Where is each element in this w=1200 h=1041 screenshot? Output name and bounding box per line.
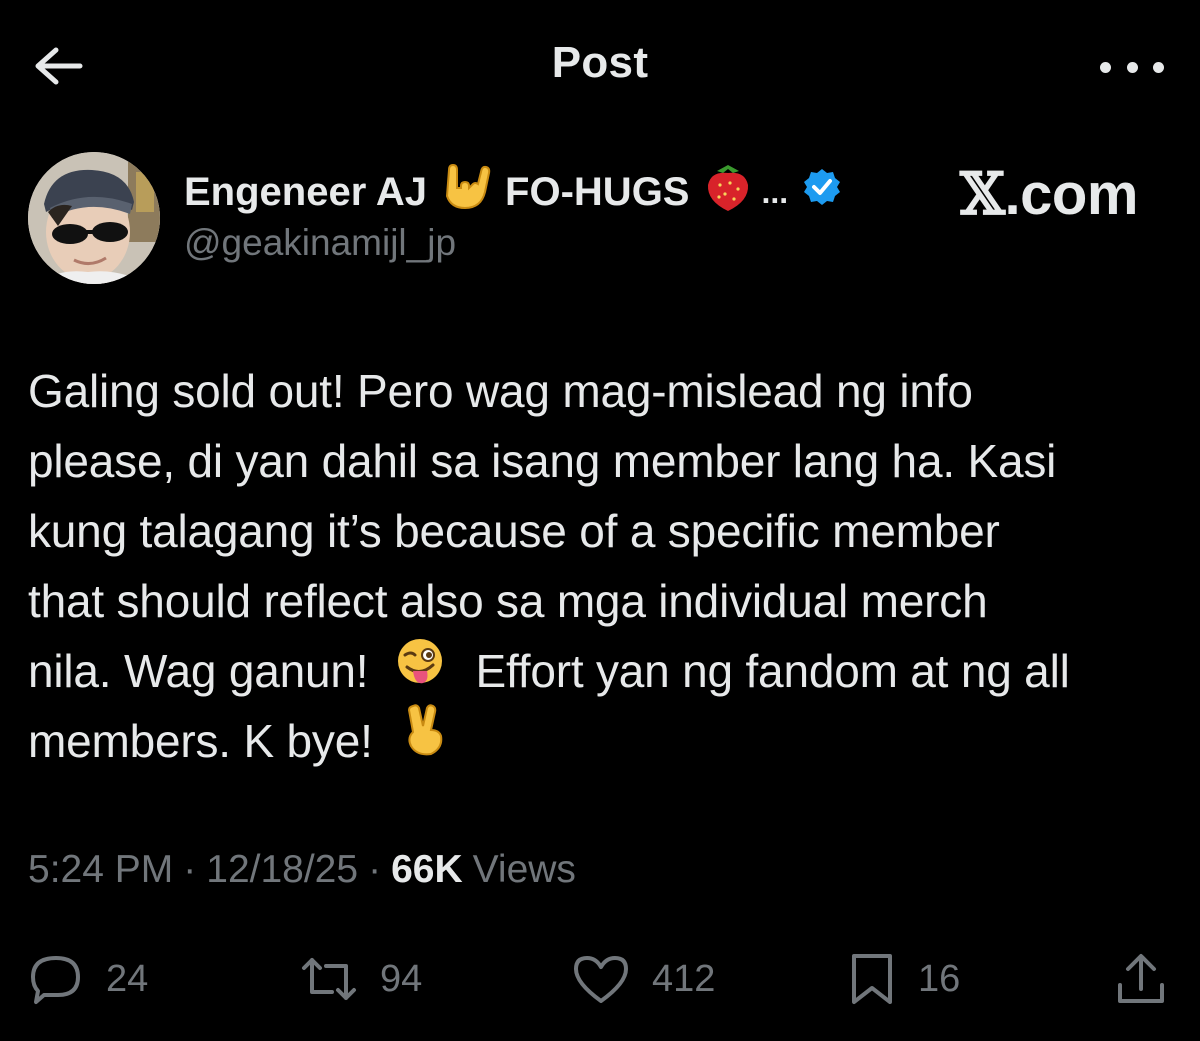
post-meta: 5:24 PM · 12/18/25 · 66K Views — [28, 848, 576, 892]
post-line-text: Effort yan ng fandom at ng all — [475, 645, 1070, 697]
reply-button[interactable]: 24 — [28, 944, 148, 1014]
post-line: please, di yan dahil sa isang member lan… — [28, 435, 1057, 487]
verified-badge-icon — [802, 167, 842, 217]
repost-button[interactable]: 94 — [298, 944, 422, 1014]
x-logo-icon: 𝕏 — [960, 160, 1005, 228]
share-icon — [1114, 951, 1168, 1007]
winking-tongue-emoji — [395, 636, 445, 706]
post-time: 5:24 PM — [28, 848, 174, 891]
avatar[interactable] — [28, 152, 160, 284]
post-line: nila. Wag ganun! Effort yan ng fandom at… — [28, 636, 1178, 706]
more-options-button[interactable] — [1100, 52, 1164, 82]
meta-separator: · — [368, 848, 382, 891]
like-button[interactable]: 412 — [572, 944, 715, 1014]
love-you-hand-emoji — [441, 162, 495, 222]
repost-icon — [298, 954, 360, 1004]
share-button[interactable] — [1114, 944, 1168, 1014]
avatar-photo — [28, 152, 160, 284]
post-line-text: members. K bye! — [28, 715, 373, 767]
bookmark-button[interactable]: 16 — [848, 944, 960, 1014]
post-line-text: nila. Wag ganun! — [28, 645, 369, 697]
post-line: that should reflect also sa mga individu… — [28, 575, 988, 627]
action-bar: 24 94 412 16 — [0, 944, 1200, 1014]
post-line: Galing sold out! Pero wag mag-mislead ng… — [28, 365, 973, 417]
bookmark-icon — [848, 952, 896, 1006]
meta-separator: · — [183, 848, 197, 891]
post-line: members. K bye! — [28, 704, 1178, 776]
user-handle[interactable]: @geakinamijl_jp — [184, 222, 456, 264]
victory-hand-emoji — [403, 702, 447, 775]
heart-icon — [572, 953, 630, 1005]
display-name-text-1: Engeneer AJ — [184, 169, 428, 214]
bookmark-count: 16 — [918, 957, 961, 1000]
like-count: 412 — [652, 957, 716, 1000]
page-title: Post — [551, 38, 649, 87]
views-label[interactable]: Views — [473, 848, 576, 892]
post-line: kung talagang it’s because of a specific… — [28, 505, 1000, 557]
display-name-text-2: FO-HUGS — [505, 169, 690, 214]
reply-count: 24 — [106, 957, 149, 1000]
x-com-watermark: 𝕏.com — [960, 160, 1138, 228]
strawberry-emoji — [705, 161, 751, 223]
watermark-text: .com — [1004, 162, 1139, 227]
repost-count: 94 — [380, 957, 423, 1000]
post-body: Galing sold out! Pero wag mag-mislead ng… — [28, 356, 1178, 776]
reply-icon — [28, 953, 84, 1005]
post-screen: Post Engeneer AJ FO-HUGS ... @geakinamij… — [0, 0, 1200, 1041]
more-horizontal-icon — [1100, 61, 1111, 73]
display-name[interactable]: Engeneer AJ FO-HUGS ... — [184, 162, 842, 222]
top-bar: Post — [0, 0, 1200, 130]
views-count[interactable]: 66K — [391, 848, 463, 892]
post-date: 12/18/25 — [206, 848, 359, 891]
display-name-ellipsis: ... — [761, 173, 789, 210]
